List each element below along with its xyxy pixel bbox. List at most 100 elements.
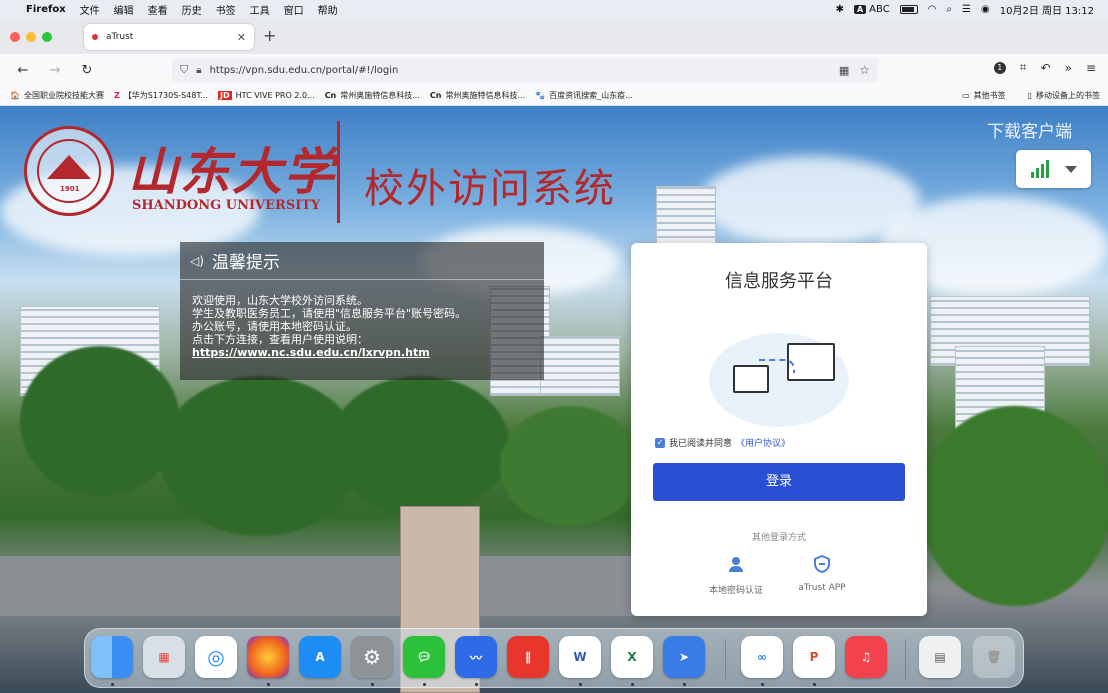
network-status-dropdown[interactable] [1016, 150, 1091, 188]
system-settings-icon[interactable]: ⚙ [351, 636, 393, 678]
bookmark-label: 常州奥施特信息科技... [340, 91, 420, 100]
notice-line: 欢迎使用，山东大学校外访问系统。 [192, 294, 368, 307]
running-indicator [111, 683, 114, 686]
atrust-favicon-icon [92, 34, 98, 40]
siri-icon[interactable]: ◉ [981, 4, 990, 15]
notice-line: 学生及教职医务员工，请使用"信息服务平台"账号密码。 [192, 307, 467, 320]
user-icon [729, 557, 743, 572]
launchpad-icon[interactable]: ▦ [143, 636, 185, 678]
speaker-icon: ◁) [190, 253, 204, 268]
control-center-icon[interactable]: ☰ [962, 4, 971, 15]
bookmark-item[interactable]: 🐾 百度资讯搜索_山东疫... [535, 90, 633, 101]
address-bar[interactable]: ⛉ 🔒︎ https://vpn.sdu.edu.cn/portal/#!/lo… [172, 58, 878, 82]
atrust-app-label: aTrust APP [798, 583, 846, 593]
huawei-app-icon[interactable]: ∥ [507, 636, 549, 678]
other-bookmarks-folder[interactable]: ▭ 其他书签 [962, 90, 1006, 101]
wifi-icon[interactable]: ◠ [928, 4, 937, 15]
baidu-netdisk-icon[interactable]: ∞ [741, 636, 783, 678]
notice-line: 办公账号，请使用本地密码认证。 [192, 320, 357, 333]
other-bookmarks-label: 其他书签 [973, 91, 1006, 100]
login-illustration [707, 323, 851, 427]
bookmark-item[interactable]: Cn 常州奥施特信息科技... [430, 90, 525, 101]
tab-close-icon[interactable]: ✕ [237, 31, 246, 44]
bookmark-favicon-icon: JD [218, 91, 232, 100]
bookmark-star-icon[interactable]: ☆ [859, 63, 870, 77]
crop-extension-icon[interactable]: ⌗ [1020, 60, 1027, 75]
bookmark-item[interactable]: Z 【华为S1730S-S48T... [114, 90, 208, 101]
excel-icon[interactable]: X [611, 636, 653, 678]
menu-app-name[interactable]: Firefox [26, 4, 66, 15]
atrust-app-icon[interactable]: ➤ [663, 636, 705, 678]
local-password-auth-option[interactable]: 本地密码认证 [691, 555, 781, 596]
agreement-text: 我已阅读并同意 [669, 439, 733, 449]
menu-help[interactable]: 帮助 [318, 2, 338, 17]
feishu-icon[interactable]: 〰 [455, 636, 497, 678]
input-method-indicator[interactable]: A ABC [853, 4, 890, 15]
bluetooth-icon[interactable]: ✱ [836, 4, 844, 15]
tab-atrust[interactable]: aTrust ✕ [84, 24, 254, 50]
logo-divider [337, 121, 340, 223]
spotlight-search-icon[interactable]: ⌕ [946, 4, 952, 15]
login-title: 信息服务平台 [725, 271, 833, 292]
menubar-status-area: ✱ A ABC ◠ ⌕ ☰ ◉ 10月2日 周日 13:12 [836, 2, 1094, 17]
download-client-link[interactable]: 下载客户端 [987, 117, 1072, 142]
menu-history[interactable]: 历史 [182, 2, 202, 17]
macos-menubar: Firefox 文件 编辑 查看 历史 书签 工具 窗口 帮助 ✱ A ABC ◠… [0, 0, 1108, 18]
lock-icon[interactable]: 🔒︎ [196, 65, 201, 76]
menu-tools[interactable]: 工具 [250, 2, 270, 17]
app-store-icon[interactable]: A [299, 636, 341, 678]
menubar-datetime[interactable]: 10月2日 周日 13:12 [1000, 2, 1094, 17]
safari-icon[interactable]: ◎ [195, 636, 237, 678]
menu-file[interactable]: 文件 [80, 2, 100, 17]
bookmark-favicon-icon: 🏠 [10, 91, 20, 100]
menu-view[interactable]: 查看 [148, 2, 168, 17]
browser-tab-bar: aTrust ✕ + [0, 18, 1108, 54]
login-button[interactable]: 登录 [653, 463, 905, 501]
undo-extension-icon[interactable]: ↶ [1041, 61, 1051, 75]
tracking-protection-shield-icon[interactable]: ⛉ [180, 63, 188, 77]
running-indicator [631, 683, 634, 686]
university-name-en: SHANDONG UNIVERSITY [132, 198, 321, 213]
window-close-button[interactable] [10, 32, 20, 42]
reload-icon[interactable]: ↻ [78, 63, 96, 78]
menu-bookmarks[interactable]: 书签 [216, 2, 236, 17]
menu-window[interactable]: 窗口 [284, 2, 304, 17]
atrust-shield-icon [814, 555, 830, 573]
app-menu-icon[interactable]: ≡ [1086, 61, 1096, 75]
overflow-chevron-icon[interactable]: » [1065, 61, 1072, 75]
agreement-checkbox[interactable]: ✓ [655, 437, 665, 448]
music-icon[interactable]: ♫ [845, 636, 887, 678]
url-text[interactable]: https://vpn.sdu.edu.cn/portal/#!/login [210, 65, 399, 76]
bookmark-item[interactable]: Cn 常州奥施特信息科技... [325, 90, 420, 101]
extension-badge-icon[interactable]: 1 [993, 61, 1006, 74]
firefox-icon[interactable] [247, 636, 289, 678]
trash-icon[interactable]: 🗑︎ [973, 636, 1015, 678]
powerpoint-icon[interactable]: P [793, 636, 835, 678]
forward-icon[interactable]: → [46, 63, 64, 78]
qr-code-icon[interactable]: ▦ [839, 64, 849, 77]
university-name-cn: 山东大学 [128, 142, 336, 201]
finder-icon[interactable] [91, 636, 133, 678]
battery-icon[interactable] [899, 4, 918, 14]
sdu-seal-logo: 1901 [24, 126, 114, 216]
menu-edit[interactable]: 编辑 [114, 2, 134, 17]
window-minimize-button[interactable] [26, 32, 36, 42]
word-icon[interactable]: W [559, 636, 601, 678]
user-guide-link[interactable]: https://www.nc.sdu.edu.cn/lxrvpn.htm [192, 346, 544, 359]
wechat-icon[interactable]: 💬︎ [403, 636, 445, 678]
user-agreement-link[interactable]: 《用户协议》 [736, 436, 790, 449]
login-card: 信息服务平台 ✓ 我已阅读并同意 《用户协议》 登录 其他登录方式 本地密码认证… [631, 243, 927, 616]
atrust-app-option[interactable]: aTrust APP [777, 555, 867, 593]
bookmark-item[interactable]: JD HTC VIVE PRO 2.0... [218, 91, 315, 100]
new-tab-icon[interactable]: + [263, 26, 276, 45]
notice-title: 温馨提示 [211, 253, 280, 273]
running-indicator [423, 683, 426, 686]
back-icon[interactable]: ← [14, 63, 32, 78]
running-indicator [267, 683, 270, 686]
folder-icon: ▭ [962, 91, 970, 100]
screenshot-thumbnail-icon[interactable]: ▤ [919, 636, 961, 678]
window-zoom-button[interactable] [42, 32, 52, 42]
tab-title: aTrust [106, 32, 134, 42]
bookmark-item[interactable]: 🏠 全国职业院校技能大赛 [10, 90, 104, 101]
mobile-bookmarks-folder[interactable]: ▯ 移动设备上的书签 [1028, 90, 1100, 101]
